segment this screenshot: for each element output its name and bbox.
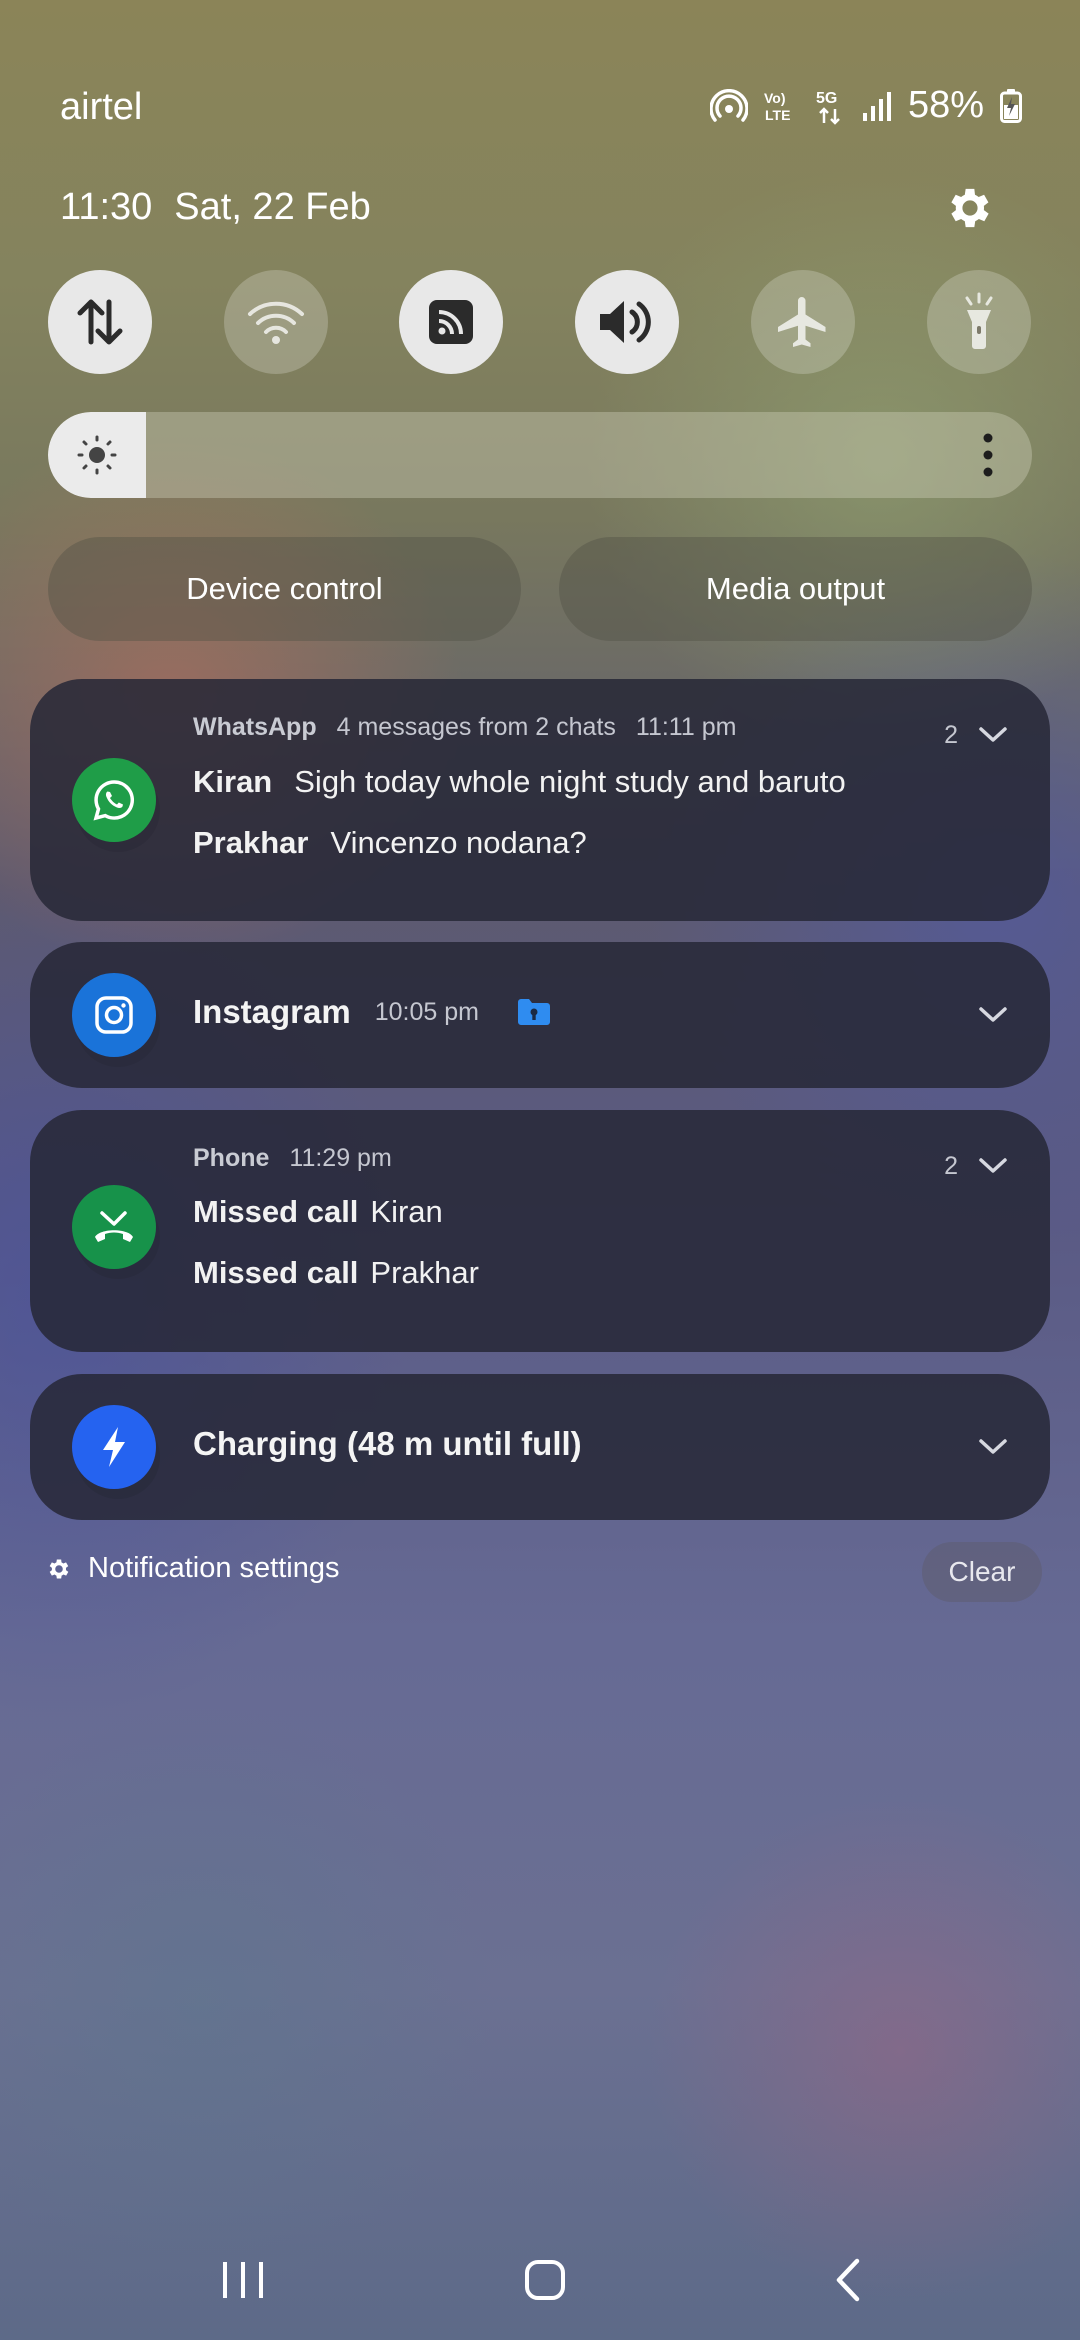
whatsapp-message-2: Prakhar Vincenzo nodana?	[193, 825, 587, 861]
notification-settings-label: Notification settings	[88, 1552, 340, 1584]
secure-folder-icon	[517, 999, 550, 1025]
date-label: Sat, 22 Feb	[174, 186, 371, 228]
mobile-data-toggle[interactable]	[48, 270, 152, 374]
mobile-data-icon	[77, 299, 123, 345]
airplane-mode-toggle[interactable]	[751, 270, 855, 374]
nfc-icon	[429, 300, 473, 344]
whatsapp-meta: WhatsApp 4 messages from 2 chats 11:11 pm	[193, 713, 736, 742]
whatsapp-icon	[93, 780, 135, 821]
instagram-icon	[95, 996, 133, 1034]
lightning-bolt-icon	[103, 1427, 125, 1467]
instagram-app-name: Instagram	[193, 993, 351, 1030]
recent-apps-icon	[223, 2262, 263, 2298]
missed-call-2: Missed call Prakhar	[193, 1255, 479, 1291]
whatsapp-app-name: WhatsApp	[193, 713, 317, 741]
message-text: Sigh today whole night study and baruto	[294, 764, 846, 799]
quick-toggles	[48, 270, 1032, 374]
charging-title: Charging (48 m until full)	[193, 1425, 582, 1462]
instagram-notification[interactable]: Instagram 10:05 pm	[30, 942, 1050, 1088]
charging-title-row: Charging (48 m until full)	[193, 1425, 582, 1463]
recent-apps-button[interactable]	[203, 2248, 283, 2312]
navigation-bar	[0, 2220, 1080, 2340]
whatsapp-app-icon	[72, 758, 160, 852]
airplane-icon	[778, 297, 826, 347]
flashlight-icon	[965, 292, 993, 349]
volte-bottom-label: LTE	[765, 107, 790, 123]
battery-charging-icon	[1000, 88, 1022, 123]
back-icon	[836, 2258, 860, 2302]
whatsapp-time: 11:11 pm	[635, 713, 737, 741]
more-options-icon[interactable]	[982, 432, 994, 478]
signal-icon	[862, 91, 891, 121]
media-output-button[interactable]: Media output	[559, 537, 1032, 641]
volume-icon	[600, 301, 651, 343]
phone-time: 11:29 pm	[289, 1144, 392, 1172]
clear-notifications-button[interactable]: Clear	[922, 1542, 1042, 1602]
caller-name: Prakhar	[370, 1255, 479, 1290]
missed-call-label: Missed call	[193, 1255, 359, 1290]
settings-gear-icon[interactable]	[944, 182, 996, 234]
charging-app-icon	[72, 1405, 160, 1499]
volte-icon: Vo) LTE	[764, 90, 790, 123]
flashlight-toggle[interactable]	[927, 270, 1031, 374]
status-bar: airtel Vo) LTE 5G 58%	[0, 0, 1080, 150]
brightness-slider[interactable]	[48, 412, 1032, 498]
battery-percent: 58%	[907, 84, 984, 126]
hotspot-icon	[709, 88, 748, 122]
wifi-icon	[248, 301, 304, 344]
whatsapp-message-1: Kiran Sigh today whole night study and ba…	[193, 764, 846, 800]
nfc-toggle[interactable]	[399, 270, 503, 374]
phone-app-icon	[72, 1185, 160, 1279]
brightness-sun-icon	[77, 435, 117, 475]
phone-notification[interactable]: Phone 11:29 pm 2 Missed call Kiran Missed …	[30, 1110, 1050, 1352]
device-control-button[interactable]: Device control	[48, 537, 521, 641]
home-icon	[525, 2260, 565, 2300]
charging-notification[interactable]: Charging (48 m until full)	[30, 1374, 1050, 1520]
whatsapp-notification[interactable]: WhatsApp 4 messages from 2 chats 11:11 pm …	[30, 679, 1050, 921]
phone-count-badge: 2	[944, 1152, 958, 1180]
phone-app-name: Phone	[193, 1144, 270, 1172]
back-button[interactable]	[808, 2248, 888, 2312]
date-time: 11:30 Sat, 22 Feb	[60, 186, 371, 229]
phone-meta: Phone 11:29 pm	[193, 1144, 392, 1173]
whatsapp-expand-chevron-icon[interactable]	[978, 725, 1008, 745]
settings-gear-small-icon	[49, 1558, 69, 1579]
instagram-time: 10:05 pm	[374, 997, 479, 1026]
message-sender: Kiran	[193, 764, 273, 799]
caller-name: Kiran	[370, 1194, 443, 1229]
instagram-title-row: Instagram 10:05 pm	[193, 993, 551, 1031]
whatsapp-summary: 4 messages from 2 chats	[336, 713, 616, 741]
missed-call-label: Missed call	[193, 1194, 359, 1229]
missed-call-1: Missed call Kiran	[193, 1194, 443, 1230]
home-button[interactable]	[505, 2248, 585, 2312]
5g-icon: 5G	[816, 90, 840, 125]
message-text: Vincenzo nodana?	[330, 825, 587, 860]
missed-call-icon	[95, 1211, 133, 1242]
status-icons: Vo) LTE 5G 58%	[709, 84, 1022, 127]
charging-expand-chevron-icon[interactable]	[978, 1437, 1008, 1457]
notification-settings-link[interactable]: Notification settings	[46, 1552, 339, 1585]
volte-top-label: Vo)	[764, 90, 786, 106]
whatsapp-count-badge: 2	[944, 721, 958, 749]
sound-toggle[interactable]	[575, 270, 679, 374]
fiveg-label: 5G	[816, 90, 837, 107]
clock-time: 11:30	[60, 186, 153, 228]
message-sender: Prakhar	[193, 825, 309, 860]
instagram-expand-chevron-icon[interactable]	[978, 1005, 1008, 1025]
wifi-toggle[interactable]	[224, 270, 328, 374]
instagram-app-icon	[72, 973, 160, 1067]
carrier-name: airtel	[60, 86, 143, 128]
phone-expand-chevron-icon[interactable]	[978, 1156, 1008, 1176]
